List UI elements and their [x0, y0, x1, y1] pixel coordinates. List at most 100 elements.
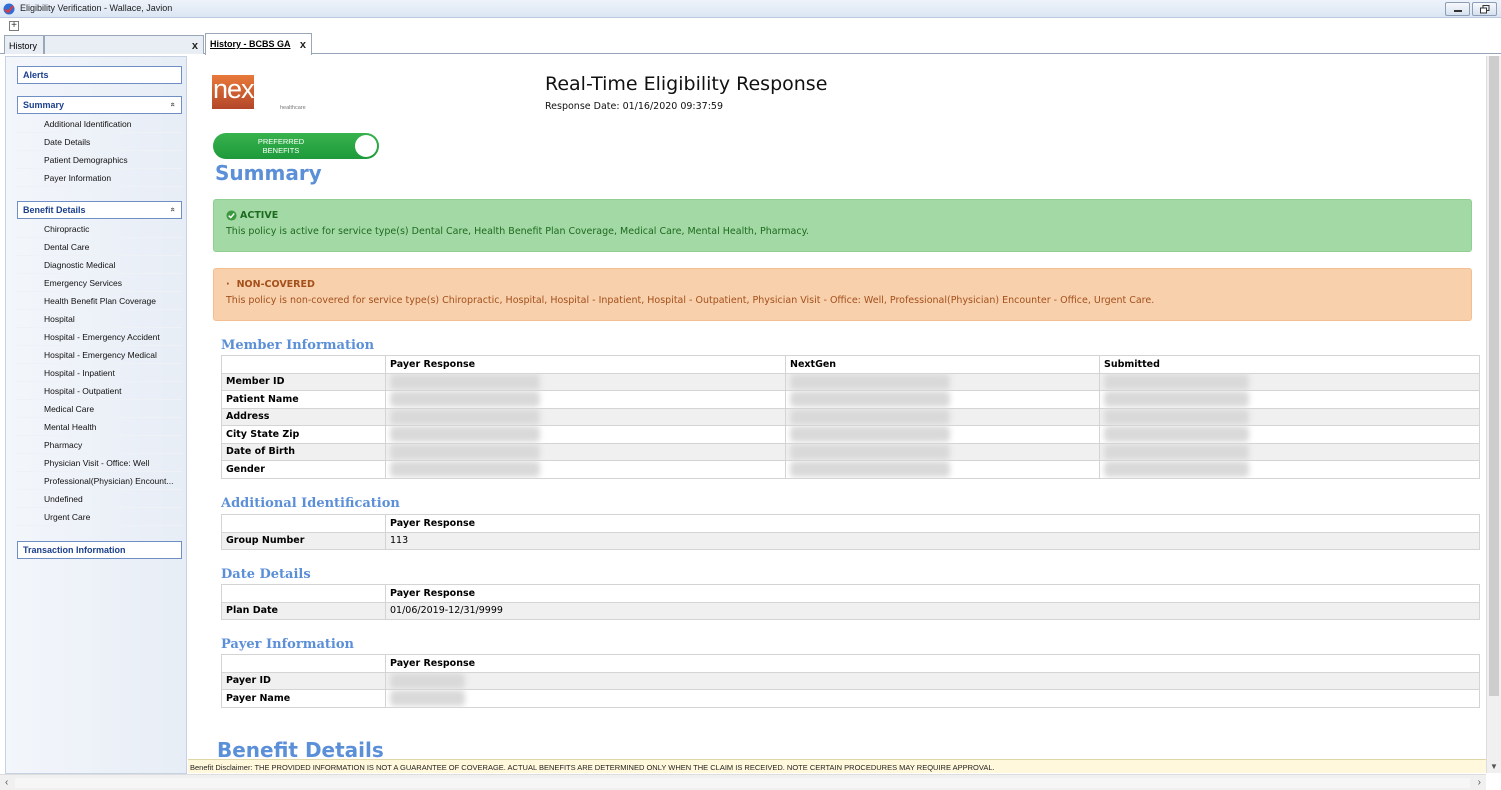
- sidebar-item-professional-physician-encounter[interactable]: Professional(Physician) Encount...: [17, 473, 182, 490]
- redacted-value: [790, 461, 950, 478]
- tab-label: History - BCBS GA: [210, 39, 291, 49]
- toggle-label: PREFERRED BENEFITS: [251, 137, 311, 155]
- restore-button[interactable]: [1472, 2, 1497, 16]
- sidebar-header-label: Alerts: [23, 70, 49, 80]
- sidebar-item-physician-visit-office-well[interactable]: Physician Visit - Office: Well: [17, 455, 182, 472]
- table-cell: [1099, 407, 1480, 426]
- table-row: Gender: [221, 460, 1480, 479]
- redacted-value: [790, 373, 950, 390]
- table-cell: [1099, 442, 1480, 461]
- sidebar-item-payer-information[interactable]: Payer Information: [17, 170, 182, 187]
- table-cell: [1099, 372, 1480, 391]
- sidebar-item-dental-care[interactable]: Dental Care: [17, 239, 182, 256]
- sidebar-item-hospital-outpatient[interactable]: Hospital - Outpatient: [17, 383, 182, 400]
- row-label: Group Number: [221, 531, 386, 550]
- redacted-value: [390, 461, 540, 478]
- sidebar-item-undefined[interactable]: Undefined: [17, 491, 182, 508]
- redacted-value: [390, 391, 540, 408]
- sidebar-benefit-details-header[interactable]: Benefit Details «: [17, 201, 182, 219]
- row-label: Patient Name: [221, 390, 386, 409]
- row-label: Date of Birth: [221, 442, 386, 461]
- preferred-benefits-toggle[interactable]: PREFERRED BENEFITS: [213, 133, 379, 159]
- sidebar-item-hospital-emergency-accident[interactable]: Hospital - Emergency Accident: [17, 329, 182, 346]
- nextgen-logo: nextgen healthcare: [212, 69, 312, 114]
- horizontal-scrollbar[interactable]: ‹ ›: [0, 774, 1486, 790]
- bullet-icon: ·: [226, 279, 230, 290]
- table-cell: [785, 425, 1100, 444]
- sidebar-header-label: Summary: [23, 100, 65, 110]
- payer-information-table: Payer Response Payer ID Payer Name: [221, 654, 1480, 708]
- redacted-value: [1104, 391, 1249, 408]
- row-label: Member ID: [221, 372, 386, 391]
- sidebar-transaction-information[interactable]: Transaction Information: [17, 541, 182, 559]
- sidebar-item-patient-demographics[interactable]: Patient Demographics: [17, 152, 182, 169]
- tab-history[interactable]: History: [4, 35, 44, 54]
- table-cell: [785, 390, 1100, 409]
- summary-heading: Summary: [215, 161, 322, 185]
- sidebar-item-hospital-emergency-medical[interactable]: Hospital - Emergency Medical: [17, 347, 182, 364]
- table-row: Date of Birth: [221, 442, 1480, 461]
- table-cell: [385, 372, 786, 391]
- scrollbar-thumb[interactable]: [15, 778, 1470, 788]
- sidebar-item-additional-identification[interactable]: Additional Identification: [17, 116, 182, 133]
- scroll-left-icon[interactable]: ‹: [5, 777, 8, 788]
- noncovered-label: NON-COVERED: [236, 279, 315, 290]
- toggle-label-line-2: BENEFITS: [262, 146, 300, 155]
- scrollbar-thumb[interactable]: [1489, 56, 1499, 696]
- sidebar-alerts[interactable]: Alerts: [17, 66, 182, 84]
- table-cell: [385, 390, 786, 409]
- sidebar-item-pharmacy[interactable]: Pharmacy: [17, 437, 182, 454]
- row-label: Address: [221, 407, 386, 426]
- logo-subtext: healthcare: [280, 105, 306, 111]
- column-header: Payer Response: [385, 355, 786, 374]
- sidebar-item-hospital[interactable]: Hospital: [17, 311, 182, 328]
- vertical-scrollbar[interactable]: ▼: [1486, 56, 1501, 773]
- noncovered-text: This policy is non-covered for service t…: [226, 295, 1155, 306]
- sidebar-item-mental-health[interactable]: Mental Health: [17, 419, 182, 436]
- table-cell: [1099, 425, 1480, 444]
- minimize-button[interactable]: [1445, 2, 1470, 16]
- payer-information-title: Payer Information: [221, 637, 354, 652]
- column-header: Payer Response: [385, 584, 1480, 603]
- sidebar-item-date-details[interactable]: Date Details: [17, 134, 182, 151]
- member-information-table: Payer Response NextGen Submitted Member …: [221, 355, 1480, 479]
- table-cell: [221, 355, 386, 374]
- sidebar-item-health-benefit-plan-coverage[interactable]: Health Benefit Plan Coverage: [17, 293, 182, 310]
- table-cell: [1099, 390, 1480, 409]
- table-cell: 01/06/2019-12/31/9999: [385, 601, 1480, 620]
- close-icon[interactable]: x: [300, 39, 306, 51]
- sidebar-item-diagnostic-medical[interactable]: Diagnostic Medical: [17, 257, 182, 274]
- row-label: Plan Date: [221, 601, 386, 620]
- column-header: NextGen: [785, 355, 1100, 374]
- redacted-value: [390, 672, 465, 689]
- toggle-label-line-1: PREFERRED: [257, 137, 305, 146]
- window-controls: [1445, 2, 1497, 16]
- sidebar-item-urgent-care[interactable]: Urgent Care: [17, 509, 182, 526]
- close-icon[interactable]: x: [192, 40, 198, 52]
- sidebar-item-hospital-inpatient[interactable]: Hospital - Inpatient: [17, 365, 182, 382]
- tab-redacted[interactable]: x: [44, 35, 204, 54]
- redacted-value: [390, 426, 540, 443]
- collapse-chevron-icon[interactable]: «: [168, 102, 177, 106]
- tab-history-bcbs-ga[interactable]: History - BCBS GA x: [205, 33, 312, 55]
- date-details-table: Payer Response Plan Date 01/06/2019-12/3…: [221, 584, 1480, 620]
- sidebar-header-label: Transaction Information: [23, 545, 126, 555]
- table-cell: [221, 584, 386, 603]
- redacted-value: [390, 443, 540, 460]
- redacted-value: [390, 373, 540, 390]
- member-information-title: Member Information: [221, 338, 375, 353]
- response-date: Response Date: 01/16/2020 09:37:59: [545, 101, 724, 112]
- expand-plus-icon[interactable]: +: [9, 21, 19, 31]
- collapse-chevron-icon[interactable]: «: [168, 207, 177, 211]
- toggle-knob: [355, 135, 377, 157]
- sidebar-item-chiropractic[interactable]: Chiropractic: [17, 221, 182, 238]
- redacted-value: [1104, 461, 1249, 478]
- scroll-down-icon[interactable]: ▼: [1490, 762, 1498, 771]
- scroll-right-icon[interactable]: ›: [1478, 777, 1481, 788]
- sidebar-item-emergency-services[interactable]: Emergency Services: [17, 275, 182, 292]
- redacted-value: [1104, 443, 1249, 460]
- sidebar-summary-header[interactable]: Summary «: [17, 96, 182, 114]
- table-cell: [385, 442, 786, 461]
- table-cell: [221, 514, 386, 533]
- sidebar-item-medical-care[interactable]: Medical Care: [17, 401, 182, 418]
